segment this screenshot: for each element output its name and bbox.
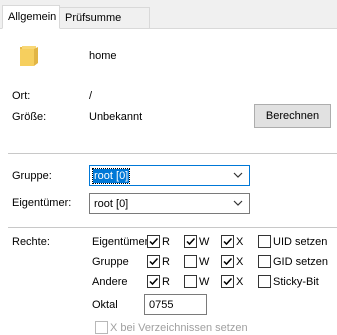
calculate-button[interactable]: Berechnen <box>254 104 331 128</box>
setgid-label: GID setzen <box>273 256 329 268</box>
group-label: Gruppe: <box>12 170 52 182</box>
owner-label: Eigentümer: <box>12 197 72 209</box>
tab-general[interactable]: Allgemein <box>2 5 60 29</box>
permissions-label: Rechte: <box>12 236 50 248</box>
octal-value: 0755 <box>149 299 174 311</box>
perm-owner-x-checkbox[interactable] <box>221 235 234 248</box>
file-name: home <box>89 50 117 62</box>
size-value: Unbekannt <box>89 111 143 123</box>
setgid-checkbox[interactable] <box>258 255 271 268</box>
separator <box>8 153 337 154</box>
perm-r-label: R <box>162 236 170 248</box>
octal-label: Oktal <box>92 299 118 311</box>
size-label: Größe: <box>12 111 47 123</box>
perm-others-x-checkbox[interactable] <box>221 275 234 288</box>
perm-x-label: X <box>236 256 244 268</box>
perm-others-r-checkbox[interactable] <box>147 275 160 288</box>
separator <box>8 227 337 228</box>
recursive-x-label: X bei Verzeichnissen setzen <box>110 322 248 334</box>
perm-r-label: R <box>162 276 170 288</box>
chevron-down-icon <box>233 198 243 208</box>
perm-w-label: W <box>199 276 210 288</box>
setuid-checkbox[interactable] <box>258 235 271 248</box>
perm-r-label: R <box>162 256 170 268</box>
chevron-down-icon <box>233 170 243 180</box>
owner-select-value: root [0] <box>94 198 129 210</box>
tab-strip: Allgemein Prüfsumme <box>0 0 337 29</box>
tab-checksum[interactable]: Prüfsumme <box>60 7 150 28</box>
perm-others-w-checkbox[interactable] <box>184 275 197 288</box>
perm-x-label: X <box>236 276 244 288</box>
owner-select[interactable]: root [0] <box>89 193 250 214</box>
location-label: Ort: <box>12 90 31 102</box>
folder-icon <box>20 44 38 66</box>
perm-owner-label: Eigentümer <box>92 236 149 248</box>
octal-input[interactable]: 0755 <box>144 294 207 315</box>
group-select-value: root [0] <box>91 168 131 184</box>
setuid-label: UID setzen <box>273 236 328 248</box>
perm-group-w-checkbox[interactable] <box>184 255 197 268</box>
perm-group-r-checkbox[interactable] <box>147 255 160 268</box>
sticky-bit-checkbox[interactable] <box>258 275 271 288</box>
perm-owner-r-checkbox[interactable] <box>147 235 160 248</box>
recursive-x-checkbox[interactable] <box>95 321 108 334</box>
perm-owner-w-checkbox[interactable] <box>184 235 197 248</box>
location-value: / <box>89 90 93 102</box>
perm-w-label: W <box>199 256 210 268</box>
perm-x-label: X <box>236 236 244 248</box>
sticky-bit-label: Sticky-Bit <box>273 276 319 288</box>
perm-group-label: Gruppe <box>92 256 129 268</box>
perm-others-label: Andere <box>92 276 128 288</box>
perm-group-x-checkbox[interactable] <box>221 255 234 268</box>
group-select[interactable]: root [0] <box>89 165 250 186</box>
perm-w-label: W <box>199 236 210 248</box>
